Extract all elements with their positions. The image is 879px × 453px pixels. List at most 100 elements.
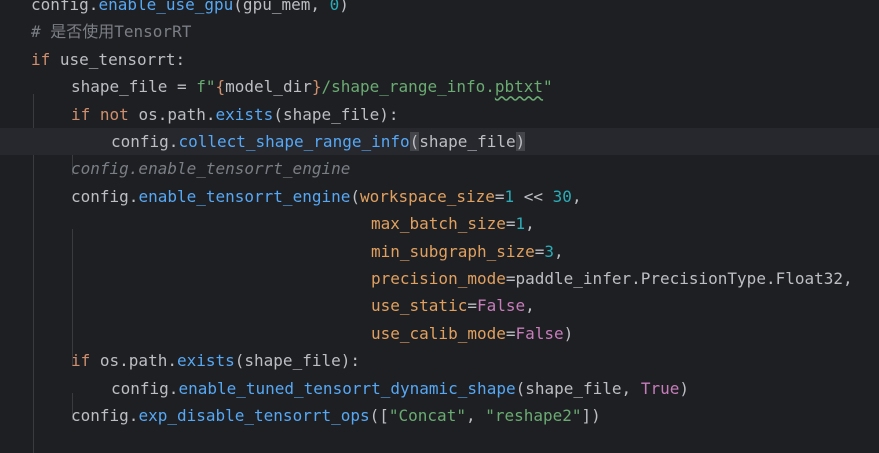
code-line-text: if use_tensorrt: — [31, 46, 185, 73]
code-token: if — [31, 49, 51, 69]
code-token: , — [571, 186, 582, 206]
code-token: ([ — [369, 406, 389, 425]
code-line-text: max_batch_size=1, — [371, 210, 535, 237]
code-token: << — [514, 186, 553, 206]
code-line[interactable]: config.enable_tensorrt_engine(workspace_… — [0, 183, 879, 210]
code-token: = — [534, 241, 545, 261]
code-line-text: # 是否使用TensorRT — [31, 18, 191, 45]
code-token: exists — [176, 351, 235, 371]
code-line[interactable]: use_calib_mode=False) — [0, 320, 879, 347]
code-line[interactable]: # 是否使用TensorRT — [0, 18, 879, 45]
code-token: use_tensorrt: — [50, 49, 186, 69]
code-line-text: config.enable_use_gpu(gpu_mem, 0) — [31, 0, 349, 18]
code-line[interactable]: if not os.path.exists(shape_file): — [0, 101, 879, 128]
code-token: = — [494, 186, 505, 206]
code-token: enable_use_gpu — [98, 0, 234, 14]
code-line[interactable]: config.enable_tuned_tensorrt_dynamic_sha… — [0, 375, 879, 402]
code-token: ) — [515, 132, 526, 151]
code-token: config. — [111, 378, 179, 398]
code-token: ) — [679, 378, 689, 398]
code-token: , — [525, 296, 535, 316]
code-token: config. — [71, 406, 139, 425]
code-line-text: if not os.path.exists(shape_file): — [71, 101, 399, 128]
code-token: if — [71, 104, 91, 124]
code-token: enable_tuned_tensorrt_dynamic_shape — [178, 378, 516, 398]
code-line-text: config.enable_tensorrt_engine(workspace_… — [71, 183, 582, 210]
code-token: { — [215, 77, 226, 97]
code-line-text: config.exp_disable_tensorrt_ops(["Concat… — [71, 402, 601, 429]
code-token: (shape_file): — [273, 104, 399, 124]
code-line-text: config.enable_tensorrt_engine — [71, 155, 350, 182]
code-token: model_dir — [225, 77, 312, 97]
code-token: ) — [339, 0, 349, 14]
code-line[interactable]: if os.path.exists(shape_file): — [0, 347, 879, 374]
code-token: True — [640, 378, 680, 398]
code-token: # 是否使用TensorRT — [31, 22, 192, 42]
code-token: max_batch_size — [371, 214, 506, 234]
code-token: 3 — [544, 241, 555, 261]
code-token: = — [505, 214, 516, 234]
code-token: not — [99, 104, 129, 124]
code-line[interactable]: use_static=False, — [0, 292, 879, 319]
code-token: ( — [409, 132, 420, 151]
code-token: 30 — [552, 186, 572, 206]
code-token: os.path. — [90, 351, 177, 371]
code-token: use_static — [371, 296, 468, 316]
code-token: config — [31, 0, 89, 14]
code-token: enable_tensorrt_engine — [138, 186, 351, 206]
code-token: 1 — [504, 186, 515, 206]
code-token: config.enable_tensorrt_engine — [71, 159, 351, 179]
code-token: (shape_file): — [234, 351, 360, 371]
code-token: = — [467, 296, 477, 316]
code-line-text: shape_file = f"{model_dir}/shape_range_i… — [71, 73, 553, 100]
code-line[interactable]: config.enable_use_gpu(gpu_mem, 0) — [0, 0, 879, 18]
code-line-text: precision_mode=paddle_infer.PrecisionTyp… — [371, 265, 853, 292]
code-token: , — [465, 406, 486, 425]
code-token: pbtxt — [494, 77, 544, 97]
code-line[interactable]: if use_tensorrt: — [0, 46, 879, 73]
code-token: ]) — [581, 406, 601, 425]
code-token: exp_disable_tensorrt_ops — [138, 406, 370, 425]
code-token: precision_mode — [371, 269, 506, 288]
code-line[interactable]: config.enable_tensorrt_engine — [0, 155, 879, 182]
code-line[interactable]: max_batch_size=1, — [0, 210, 879, 237]
code-line[interactable]: precision_mode=paddle_infer.PrecisionTyp… — [0, 265, 879, 292]
code-token: (gpu_mem, — [233, 0, 330, 14]
code-line[interactable]: config.exp_disable_tensorrt_ops(["Concat… — [0, 402, 879, 429]
code-token: f" — [196, 77, 216, 97]
code-token: "reshape2" — [485, 406, 582, 425]
code-line[interactable]: min_subgraph_size=3, — [0, 238, 879, 265]
code-token: "Concat" — [388, 406, 466, 425]
code-line-text: config.enable_tuned_tensorrt_dynamic_sha… — [111, 375, 689, 402]
code-line-current[interactable]: config.collect_shape_range_info(shape_fi… — [0, 128, 879, 155]
code-line-text: use_calib_mode=False) — [371, 320, 573, 347]
code-token: " — [543, 77, 553, 97]
code-token: 1 — [515, 214, 526, 234]
code-token: 0 — [329, 0, 340, 14]
code-token: use_calib_mode — [371, 323, 506, 343]
code-token: if — [71, 351, 91, 371]
code-token: shape_file = — [71, 77, 197, 97]
code-token: /shape_range_info. — [321, 77, 495, 97]
code-token: , — [525, 214, 535, 234]
code-token: shape_file — [419, 132, 516, 151]
code-token: , — [554, 241, 564, 261]
code-token: os.path. — [128, 104, 216, 124]
code-token: config. — [71, 186, 139, 206]
code-token: collect_shape_range_info — [178, 132, 410, 151]
code-token: workspace_size — [360, 186, 495, 206]
code-line-text: min_subgraph_size=3, — [371, 238, 564, 265]
code-editor[interactable]: config.enable_use_gpu(gpu_mem, 0) # 是否使用T… — [0, 0, 879, 453]
code-token: = — [505, 323, 516, 343]
code-token: ( — [350, 186, 360, 206]
code-token: min_subgraph_size — [371, 241, 535, 261]
code-token: ) — [563, 323, 574, 343]
code-token: . — [88, 0, 99, 14]
code-token: exists — [215, 104, 274, 124]
code-line-text: if os.path.exists(shape_file): — [71, 347, 360, 374]
code-line[interactable]: shape_file = f"{model_dir}/shape_range_i… — [0, 73, 879, 100]
code-token: =paddle_infer.PrecisionType.Float32, — [505, 269, 853, 288]
code-token: (shape_file, — [515, 378, 641, 398]
code-line-text: use_static=False, — [371, 292, 535, 319]
